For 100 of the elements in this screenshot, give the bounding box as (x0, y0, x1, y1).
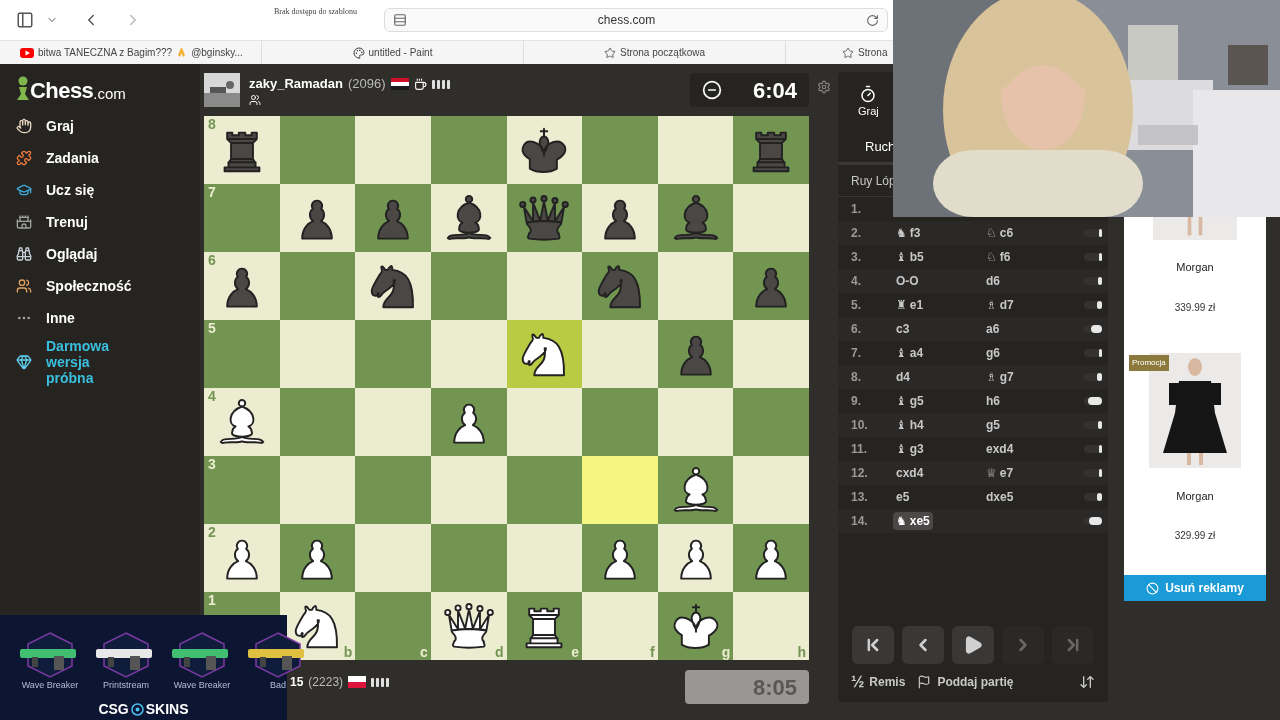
reload-icon[interactable] (866, 13, 879, 27)
board-square[interactable] (430, 184, 507, 252)
move-entry[interactable]: ♘ c6 (983, 224, 1017, 242)
castle-icon (16, 214, 32, 230)
move-entry[interactable]: ♜ e1 (893, 296, 927, 314)
rank-label: 3 (208, 457, 216, 471)
move-number: 8. (850, 369, 862, 386)
board-square[interactable] (733, 524, 809, 592)
move-number: 5. (850, 297, 862, 314)
board-square[interactable] (657, 184, 734, 252)
board-square[interactable] (506, 184, 583, 252)
board-square[interactable] (355, 252, 431, 320)
move-number: 4. (850, 273, 862, 290)
move-entry[interactable]: O-O (893, 272, 922, 290)
board-square[interactable] (279, 524, 356, 592)
logo-text[interactable]: Chess (30, 80, 94, 102)
bookmark-link[interactable]: Strona (786, 41, 891, 64)
nav-item[interactable]: Ucz się (16, 174, 200, 206)
product-name[interactable]: Morgan (1176, 259, 1214, 276)
board-square[interactable] (582, 184, 658, 252)
move-entry[interactable]: d4 (893, 368, 913, 386)
board-square[interactable] (506, 320, 583, 388)
move-nav-button[interactable] (952, 626, 994, 664)
address-field[interactable]: chess.com (384, 8, 888, 32)
play-tab[interactable]: Graj (858, 84, 879, 120)
board-square[interactable] (657, 456, 734, 524)
clock-time: 6:04 (752, 76, 797, 105)
move-entry[interactable]: ♗ g7 (983, 368, 1017, 386)
player-name[interactable]: zaky_Ramadan (249, 74, 343, 94)
move-entry[interactable]: a6 (983, 320, 1003, 338)
rank-label: 1 (208, 593, 216, 607)
stopwatch-icon (859, 84, 878, 103)
file-label: b (343, 645, 353, 659)
product-price: 339.99 zł (1174, 300, 1216, 315)
move-entry[interactable]: ♝ b5 (893, 248, 927, 266)
sidebar-toggle-icon[interactable] (16, 11, 34, 29)
target-icon (130, 702, 144, 716)
nav-item[interactable]: Oglądaj (16, 238, 200, 270)
pawn-logo-icon (16, 76, 30, 102)
settings-icon[interactable] (816, 80, 831, 94)
nav-item[interactable]: Inne (16, 302, 200, 334)
move-entry[interactable]: exd4 (983, 440, 1017, 458)
board-square[interactable] (506, 116, 583, 184)
move-number: 9. (850, 393, 862, 410)
move-number: 1. (850, 201, 862, 218)
move-entry[interactable]: c3 (893, 320, 913, 338)
board-square[interactable] (582, 524, 658, 592)
move-entry[interactable]: ♝ g5 (893, 392, 927, 410)
move-entry[interactable]: dxe5 (983, 488, 1017, 506)
move-entry[interactable]: g5 (983, 416, 1003, 434)
signal-bars-icon (371, 677, 392, 687)
promo-badge: Promocja (1129, 354, 1169, 371)
board-square[interactable] (657, 320, 734, 388)
move-entry[interactable]: ♗ d7 (983, 296, 1017, 314)
ban-icon (1146, 581, 1160, 595)
board-square[interactable] (657, 524, 734, 592)
move-number: 12. (850, 465, 869, 482)
product-name[interactable]: Morgan (1176, 487, 1214, 504)
item-label: Printstream (103, 679, 149, 692)
item-label: Wave Breaker (173, 679, 231, 692)
nav-item[interactable]: Trenuj (16, 206, 200, 238)
move-number: 3. (850, 249, 862, 266)
move-number: 11. (850, 441, 869, 458)
nav-item[interactable]: Społeczność (16, 270, 200, 302)
move-entry[interactable]: ♘ f6 (983, 248, 1014, 266)
board-square[interactable] (279, 184, 356, 252)
resign-button[interactable]: Poddaj partię (917, 673, 1014, 691)
people-icon (16, 278, 32, 294)
flag-icon (390, 78, 409, 90)
board-square[interactable] (430, 388, 507, 456)
move-nav-button[interactable] (902, 626, 944, 664)
draw-button[interactable]: ½ Remis (851, 670, 906, 694)
move-nav-button[interactable] (852, 626, 894, 664)
move-entry[interactable]: e5 (893, 488, 913, 506)
bookmark-link[interactable]: untitled - Paint (262, 41, 524, 64)
rank-label: 4 (208, 389, 216, 403)
move-entry[interactable]: ♝ h4 (893, 416, 927, 434)
file-label: e (571, 645, 580, 659)
file-label: c (420, 645, 428, 659)
file-label: h (797, 645, 806, 659)
nav-item[interactable]: Graj (16, 110, 200, 142)
move-entry[interactable]: ♝ g3 (893, 440, 927, 458)
move-entry[interactable]: d6 (983, 272, 1003, 290)
swap-arrows-icon[interactable] (1079, 674, 1095, 690)
player-name[interactable]: 15 (290, 673, 304, 691)
graduation-cap-icon (16, 182, 32, 198)
move-number: 13. (850, 489, 869, 506)
move-entry[interactable]: ♞ f3 (893, 224, 924, 242)
move-entry[interactable]: cxd4 (893, 464, 927, 482)
move-entry[interactable]: ♝ a4 (893, 344, 927, 362)
nav-item[interactable]: Zadania (16, 142, 200, 174)
flag-icon (917, 675, 932, 689)
move-entry[interactable]: ♞ xe5 (893, 512, 933, 530)
star-icon (603, 46, 616, 59)
move-entry[interactable]: h6 (983, 392, 1003, 410)
move-number: 10. (850, 417, 869, 434)
move-entry[interactable]: g6 (983, 344, 1003, 362)
move-entry[interactable]: ♕ e7 (983, 464, 1017, 482)
bookmark-link[interactable]: Strona początkowa (524, 41, 786, 64)
logo-suffix: .com (93, 86, 126, 101)
